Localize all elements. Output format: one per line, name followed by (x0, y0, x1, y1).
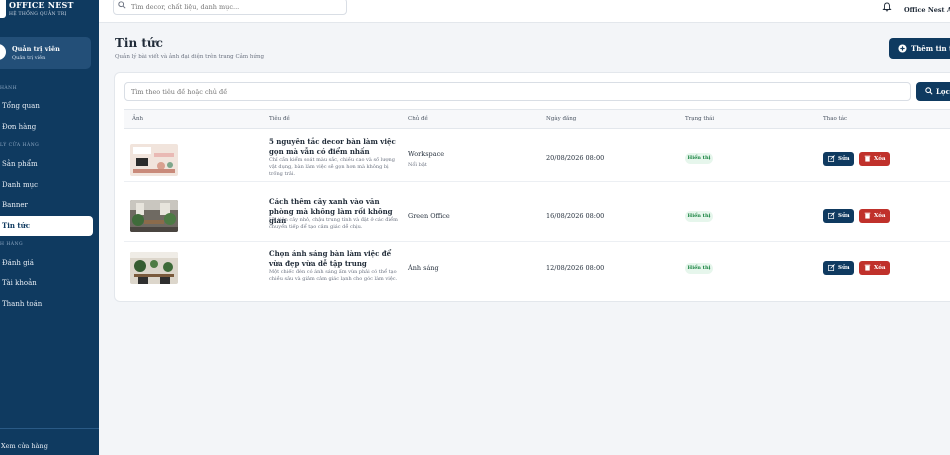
news-excerpt: Ưu tiên cây nhỏ, chậu trung tính và đặt … (269, 217, 398, 230)
profile-role: Quản trị viên (12, 55, 46, 61)
search-icon (118, 1, 126, 9)
news-excerpt: Một chiếc đèn có ánh sáng ấm vừa phải có… (269, 269, 398, 282)
column-header: Tiêu đề (269, 116, 290, 122)
status-badge: Hiển thị (685, 263, 713, 274)
table-header: Ảnh Tiêu đề Chủ đề Ngày đăng Trạng thái … (124, 109, 950, 129)
news-date: 20/08/2026 08:00 (546, 154, 605, 162)
column-header: Ngày đăng (546, 116, 577, 122)
filter-button-label: Lọc (936, 87, 950, 96)
sidebar-section-label: H HÀNG (0, 242, 24, 247)
bell-icon[interactable] (882, 2, 892, 12)
page-title: Tin tức (115, 36, 163, 50)
news-category: Workspace (408, 150, 445, 158)
add-news-button[interactable]: Thêm tin tứ (889, 38, 950, 59)
edit-icon (828, 212, 835, 219)
delete-label: Xóa (874, 213, 886, 219)
news-card: Lọc Ảnh Tiêu đề Chủ đề Ngày đăng Trạng t… (114, 72, 950, 302)
news-date: 16/08/2026 08:00 (546, 212, 605, 220)
delete-button[interactable]: Xóa (859, 261, 890, 275)
edit-label: Sửa (838, 156, 850, 162)
edit-button[interactable]: Sửa (823, 152, 854, 166)
sidebar-item-tin-tuc[interactable]: Tin tức (0, 216, 93, 236)
edit-icon (828, 264, 835, 271)
news-date: 12/08/2026 08:00 (546, 264, 605, 272)
delete-button[interactable]: Xóa (859, 209, 890, 223)
column-header: Trạng thái (685, 116, 715, 122)
edit-label: Sửa (838, 265, 850, 271)
news-title[interactable]: 5 nguyên tắc decor bàn làm việc gọn mà v… (269, 137, 404, 156)
sidebar: OFFICE NEST HỆ THỐNG QUẢN TRỊ Quản trị v… (0, 0, 99, 455)
page-description: Quản lý bài viết và ảnh đại diện trên tr… (115, 54, 265, 60)
news-category: Green Office (408, 212, 450, 220)
edit-button[interactable]: Sửa (823, 209, 854, 223)
global-search-input[interactable] (131, 0, 343, 14)
column-header: Chủ đề (408, 116, 428, 122)
news-excerpt: Chỉ cần kiểm soát màu sắc, chiều cao và … (269, 157, 395, 177)
edit-icon (828, 155, 835, 162)
avatar (0, 44, 6, 60)
table-row: 5 nguyên tắc decor bàn làm việc gọn mà v… (124, 130, 950, 182)
sidebar-item-thanh-toan[interactable]: Thanh toán (0, 294, 93, 314)
news-tag: Nổi bật (408, 162, 427, 168)
trash-icon (864, 264, 871, 271)
brand-logo-icon (0, 0, 6, 18)
profile-name: Quản trị viên (12, 45, 60, 53)
sidebar-item-don-hang[interactable]: Đơn hàng (0, 117, 93, 137)
brand-subtitle: HỆ THỐNG QUẢN TRỊ (9, 12, 67, 17)
trash-icon (864, 155, 871, 162)
sidebar-item-danh-muc[interactable]: Danh mục (0, 175, 93, 195)
sidebar-footer: Xem cửa hàng (0, 428, 99, 455)
edit-label: Sửa (838, 213, 850, 219)
news-title[interactable]: Chọn ánh sáng bàn làm việc để vừa đẹp vừ… (269, 249, 404, 268)
topbar: Office Nest A (99, 0, 950, 23)
table-row: Chọn ánh sáng bàn làm việc để vừa đẹp vừ… (124, 242, 950, 294)
status-badge: Hiển thị (685, 211, 713, 222)
brand-name: OFFICE NEST (9, 0, 74, 10)
brand[interactable]: OFFICE NEST HỆ THỐNG QUẢN TRỊ (0, 0, 99, 24)
trash-icon (864, 212, 871, 219)
news-thumbnail (130, 200, 178, 232)
status-badge: Hiển thị (685, 153, 713, 164)
add-news-label: Thêm tin tứ (911, 44, 950, 53)
admin-name[interactable]: Office Nest A (904, 6, 950, 14)
profile-card[interactable]: Quản trị viên Quản trị viên (0, 37, 91, 69)
delete-button[interactable]: Xóa (859, 152, 890, 166)
filter-input[interactable] (124, 82, 911, 101)
news-thumbnail (130, 144, 178, 176)
sidebar-item-tong-quan[interactable]: Tổng quan (0, 96, 93, 116)
column-header: Ảnh (132, 116, 144, 122)
table-row: Cách thêm cây xanh vào văn phòng mà khôn… (124, 190, 950, 242)
plus-circle-icon (898, 44, 907, 53)
sidebar-section-label: LÝ CỬA HÀNG (0, 143, 40, 148)
sidebar-item-san-pham[interactable]: Sản phẩm (0, 154, 93, 174)
view-store-link[interactable]: Xem cửa hàng (1, 442, 48, 450)
sidebar-item-tai-khoan[interactable]: Tài khoản (0, 273, 93, 293)
news-category: Ánh sáng (408, 264, 439, 272)
sidebar-section-label: HÀNH (0, 86, 18, 91)
delete-label: Xóa (874, 265, 886, 271)
global-search[interactable] (113, 0, 347, 15)
sidebar-item-banner[interactable]: Banner (0, 195, 93, 215)
column-header: Thao tác (823, 116, 848, 122)
filter-button[interactable]: Lọc (916, 82, 950, 101)
search-icon (925, 87, 933, 95)
sidebar-item-danh-gia[interactable]: Đánh giá (0, 253, 93, 273)
delete-label: Xóa (874, 156, 886, 162)
edit-button[interactable]: Sửa (823, 261, 854, 275)
news-thumbnail (130, 252, 178, 284)
